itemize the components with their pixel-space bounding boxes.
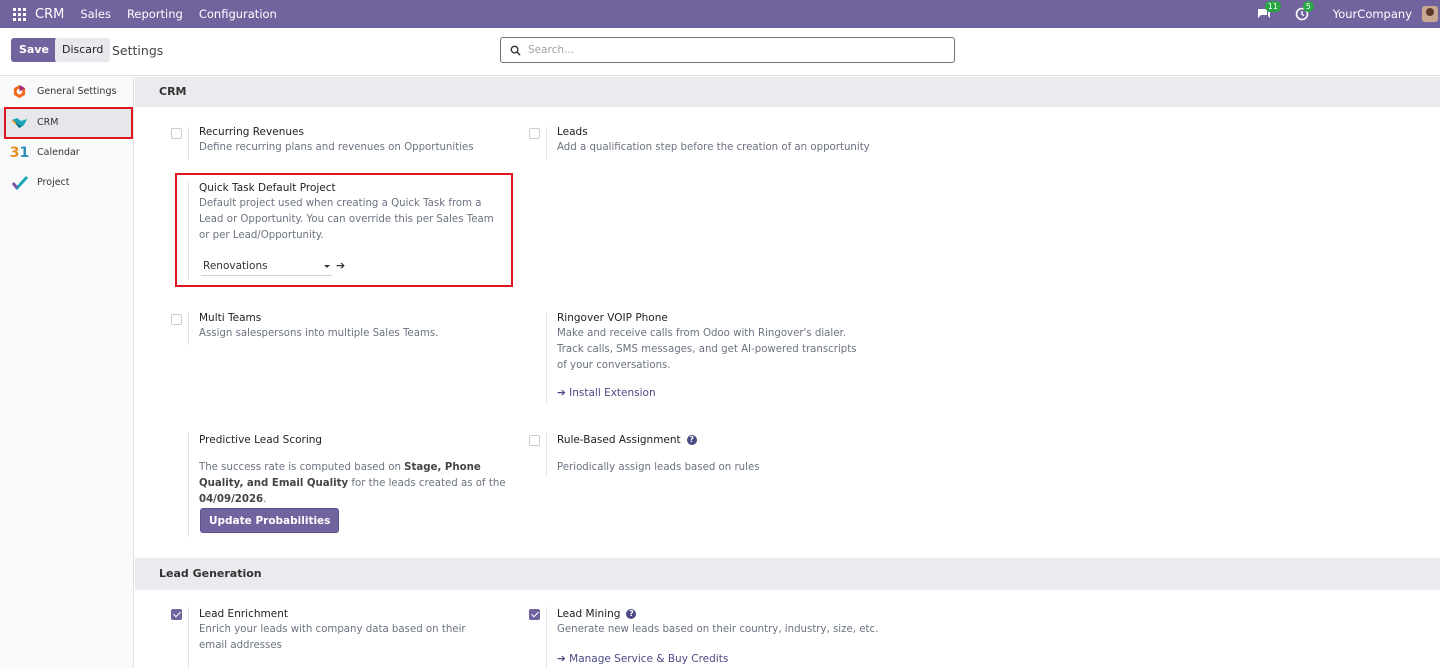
lead-mining-desc: Generate new leads based on their countr… [557,624,879,635]
sidebar-item-calendar[interactable]: 31 Calendar [0,138,134,167]
sidebar-item-project[interactable]: Project [0,168,134,197]
divider [188,127,189,159]
divider [546,127,547,159]
install-extension-link[interactable]: ➔ Install Extension [557,387,656,399]
activities-clock-icon[interactable]: 5 [1295,1,1314,21]
menu-reporting[interactable]: Reporting [127,7,183,21]
highlight-crm-sidebar [4,107,133,139]
top-navbar: CRM Sales Reporting Configuration 11 5 Y… [0,0,1440,28]
lead-enrichment-desc: Enrich your leads with company data base… [199,624,466,651]
apps-menu-icon[interactable] [13,7,26,21]
divider [188,607,189,668]
multi-teams-desc: Assign salespersons into multiple Sales … [199,328,439,339]
update-probabilities-button[interactable]: Update Probabilities [200,508,340,533]
divider [546,313,547,403]
divider [546,433,547,477]
lead-enrichment-title: Lead Enrichment [199,608,288,620]
discard-button[interactable]: Discard [55,38,111,62]
page-title: Settings [112,43,164,58]
divider [188,433,189,537]
menu-sales[interactable]: Sales [80,7,111,21]
recurring-revenues-checkbox[interactable] [171,128,182,139]
search-bar[interactable] [500,37,955,63]
menu-configuration[interactable]: Configuration [199,7,277,21]
rule-based-assignment-desc: Periodically assign leads based on rules [557,462,760,473]
predictive-scoring-title: Predictive Lead Scoring [199,434,323,446]
multi-teams-title: Multi Teams [199,312,262,324]
ringover-title: Ringover VOIP Phone [557,312,668,324]
activities-badge: 5 [1302,1,1314,12]
settings-logo-icon [11,83,28,100]
predictive-scoring-desc: The success rate is computed based on St… [199,462,506,505]
manage-service-link[interactable]: ➔ Manage Service & Buy Credits [557,653,728,665]
project-check-icon [11,174,28,191]
leads-title: Leads [557,126,588,138]
search-icon [510,45,521,56]
highlight-quick-task [175,173,513,287]
divider [546,607,547,668]
help-icon[interactable]: ? [626,609,637,619]
settings-sidebar: General Settings CRM 31 Calendar Project [0,77,134,668]
save-button[interactable]: Save [11,38,57,62]
company-switcher[interactable]: YourCompany [1333,7,1412,21]
leads-checkbox[interactable] [529,128,540,139]
divider [188,313,189,345]
messages-icon[interactable]: 11 [1257,1,1281,21]
search-input[interactable] [528,44,928,56]
lead-mining-checkbox[interactable] [529,609,540,620]
control-panel: Save Discard Settings [0,28,1440,76]
messages-badge: 11 [1264,1,1281,12]
sidebar-item-general-settings[interactable]: General Settings [0,77,134,106]
lead-enrichment-checkbox[interactable] [171,609,182,620]
multi-teams-checkbox[interactable] [171,314,182,325]
recurring-revenues-desc: Define recurring plans and revenues on O… [199,142,474,153]
calendar-31-icon: 31 [9,144,30,161]
leads-desc: Add a qualification step before the crea… [557,142,870,153]
settings-content: CRM Recurring Revenues Define recurring … [135,77,1440,668]
rule-based-assignment-title: Rule-Based Assignment? [557,434,697,446]
help-icon[interactable]: ? [686,435,697,445]
recurring-revenues-title: Recurring Revenues [199,126,304,138]
lead-mining-title: Lead Mining? [557,608,637,620]
user-avatar[interactable] [1422,6,1438,22]
section-header-lead-generation: Lead Generation [135,558,1440,590]
app-name[interactable]: CRM [35,7,64,22]
rule-based-assignment-checkbox[interactable] [529,435,540,446]
ringover-desc: Make and receive calls from Odoo with Ri… [557,328,857,371]
section-header-crm: CRM [135,77,1440,107]
